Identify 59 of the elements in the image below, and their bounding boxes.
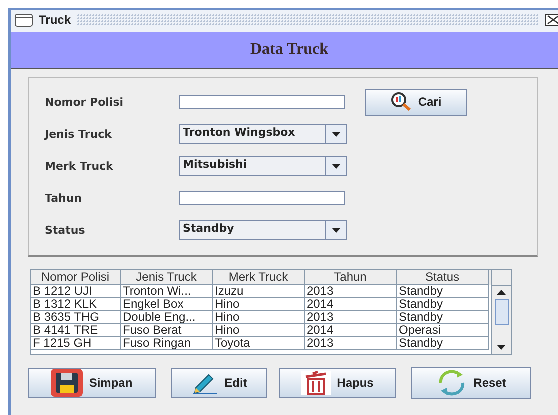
window-title: Truck — [39, 13, 72, 27]
table-cell: Standby — [397, 285, 489, 298]
table-cell: B 1212 UJI — [31, 285, 121, 298]
table-cell: B 1312 KLK — [31, 298, 121, 311]
window-icon — [15, 14, 33, 26]
caret-icon — [332, 228, 340, 232]
close-icon[interactable] — [545, 14, 558, 26]
caret-icon — [332, 164, 340, 168]
table-cell: F 1215 GH — [31, 337, 121, 350]
field-label: Jenis Truck — [45, 128, 113, 140]
dropdown[interactable]: Mitsubishi — [179, 156, 347, 176]
pencil-icon — [190, 372, 219, 394]
search-icon — [390, 92, 412, 112]
table-cell: Izuzu — [213, 285, 305, 298]
table-cell: Hino — [213, 311, 305, 324]
table-cell: Standby — [397, 311, 489, 324]
action-button[interactable]: Edit — [171, 368, 267, 398]
scrollbar[interactable] — [491, 270, 511, 354]
scroll-down-icon[interactable] — [497, 345, 506, 350]
table-cell: Standby — [397, 337, 489, 350]
table-cell: B 4141 TRE — [31, 324, 121, 337]
table-cell: 2014 — [305, 298, 397, 311]
header-title: Data Truck — [250, 41, 329, 59]
table-cell: 2013 — [305, 311, 397, 324]
table-cell: Tronton Wi... — [121, 285, 213, 298]
column-header[interactable]: Nomor Polisi — [31, 270, 121, 285]
input-field[interactable] — [179, 191, 345, 205]
table-cell: Toyota — [213, 337, 305, 350]
column-header[interactable]: Merk Truck — [213, 270, 305, 285]
field-label: Tahun — [45, 192, 84, 204]
table-cell: Engkel Box — [121, 298, 213, 311]
field-label: Status — [45, 224, 86, 236]
table-cell: 2013 — [305, 337, 397, 350]
table-cell: Operasi — [397, 324, 489, 337]
table-cell: Fuso Ringan — [121, 337, 213, 350]
trash-icon — [301, 371, 332, 395]
column-header[interactable]: Tahun — [305, 270, 397, 285]
column-header[interactable]: Jenis Truck — [121, 270, 213, 285]
table-cell: Standby — [397, 298, 489, 311]
action-button[interactable]: Reset — [411, 367, 531, 399]
table-cell: B 3635 THG — [31, 311, 121, 324]
field-label: Nomor Polisi — [45, 96, 125, 108]
table-cell: Double Eng... — [121, 311, 213, 324]
field-label: Merk Truck — [45, 160, 114, 172]
table-cell: Hino — [213, 298, 305, 311]
column-header[interactable]: Status — [397, 270, 489, 285]
dropdown[interactable]: Standby — [179, 220, 347, 240]
action-button[interactable]: Hapus — [279, 368, 396, 398]
table-cell: 2014 — [305, 324, 397, 337]
table-cell: Hino — [213, 324, 305, 337]
dropdown[interactable]: Tronton Wingsbox — [179, 124, 347, 144]
table-cell: Fuso Berat — [121, 324, 213, 337]
caret-icon — [332, 132, 340, 136]
input-field[interactable] — [179, 95, 345, 109]
scroll-thumb[interactable] — [494, 299, 508, 325]
search-button[interactable]: Cari — [365, 88, 467, 116]
table-cell: 2013 — [305, 285, 397, 298]
action-button[interactable]: Simpan — [28, 368, 156, 398]
scroll-up-icon[interactable] — [497, 290, 506, 295]
